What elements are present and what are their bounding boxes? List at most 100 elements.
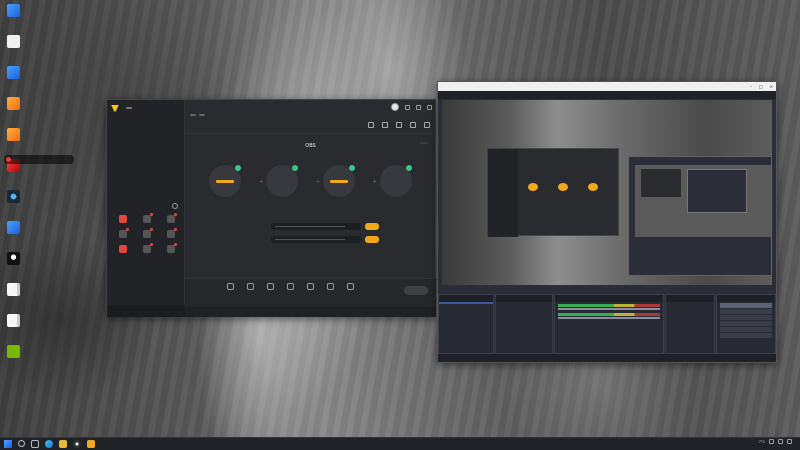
- streaming-app-icon[interactable]: [87, 440, 95, 448]
- desktop-icon[interactable]: [2, 97, 24, 126]
- step-circle: [322, 165, 355, 197]
- minimize-icon[interactable]: –: [750, 82, 752, 91]
- desktop-live-banner[interactable]: [4, 155, 74, 164]
- desktop-icon[interactable]: [2, 221, 24, 250]
- tool-item[interactable]: [135, 228, 159, 239]
- system-tray: 7°C: [759, 439, 796, 444]
- sources-dock: [495, 294, 553, 354]
- tool-item[interactable]: [111, 228, 135, 239]
- start-live-button[interactable]: [404, 286, 428, 295]
- bottom-tool[interactable]: [343, 283, 357, 291]
- control-button[interactable]: [720, 315, 772, 320]
- volume-icon[interactable]: [787, 439, 792, 444]
- screenshot-icon[interactable]: [382, 122, 388, 128]
- folder-icon[interactable]: [59, 440, 67, 448]
- control-button[interactable]: [720, 309, 772, 314]
- volume-meter: [558, 304, 660, 307]
- transitions-title: [666, 295, 714, 302]
- desktop-icon[interactable]: [2, 190, 24, 219]
- desktop-icon[interactable]: [2, 252, 24, 281]
- settings-icon[interactable]: [396, 122, 402, 128]
- bottom-tool[interactable]: [323, 283, 337, 291]
- app-logo-icon: [111, 104, 119, 112]
- bottom-tool[interactable]: [303, 283, 317, 291]
- controls-list: [717, 303, 775, 338]
- desktop-icon[interactable]: [2, 35, 24, 64]
- desktop-icon[interactable]: [2, 314, 24, 343]
- maximize-icon[interactable]: □: [759, 82, 763, 91]
- control-button[interactable]: [720, 321, 772, 326]
- tool-item[interactable]: [135, 213, 159, 224]
- setup-step: +: [197, 165, 263, 203]
- close-icon[interactable]: [427, 104, 432, 110]
- copy-server-url-button[interactable]: [365, 223, 379, 230]
- bottom-tool[interactable]: [263, 283, 277, 291]
- app-bottom-bar: [185, 278, 436, 317]
- obs-menu-bar: [438, 91, 776, 99]
- tool-icon: [226, 283, 234, 290]
- edge-icon: [6, 66, 20, 79]
- stream-key-field[interactable]: [271, 236, 361, 243]
- copy-stream-key-button[interactable]: [365, 236, 379, 243]
- desktop-icon[interactable]: [2, 128, 24, 157]
- desktop-icon-label: [2, 80, 24, 88]
- desktop-icon[interactable]: [2, 345, 24, 374]
- mode-switch-button[interactable]: [420, 142, 428, 144]
- control-button[interactable]: [720, 333, 772, 338]
- obs-mode-panel: OBS + + +: [185, 135, 436, 278]
- grid-icon: [143, 243, 153, 253]
- tool-item[interactable]: [135, 243, 159, 254]
- obs-titlebar: – □ ×: [438, 82, 776, 91]
- file-icon: [6, 35, 20, 48]
- tray-chevron-icon[interactable]: [769, 439, 774, 444]
- info-icon[interactable]: [410, 122, 416, 128]
- app-icon: [6, 221, 20, 234]
- desktop-icon[interactable]: [2, 66, 24, 95]
- windows-start-icon[interactable]: [4, 440, 12, 448]
- server-url-field[interactable]: [271, 223, 361, 230]
- control-button[interactable]: [720, 303, 772, 308]
- close-icon[interactable]: ×: [770, 82, 773, 91]
- edge-icon[interactable]: [45, 440, 53, 448]
- tool-icon: [326, 283, 334, 290]
- tool-item[interactable]: [159, 228, 183, 239]
- desktop-icon[interactable]: [2, 283, 24, 312]
- streaming-app-window[interactable]: OBS + + +: [106, 99, 436, 317]
- minimize-icon[interactable]: [416, 104, 421, 110]
- tool-item[interactable]: [111, 215, 135, 224]
- app-version-badge[interactable]: [126, 107, 132, 109]
- obs-icon[interactable]: [73, 440, 81, 448]
- audio-mixer-dock: [554, 294, 664, 354]
- left-notice[interactable]: [107, 305, 185, 317]
- volume-slider[interactable]: [558, 308, 660, 310]
- check-icon: [405, 165, 412, 171]
- live-badge-icon: [6, 157, 11, 162]
- share-icon[interactable]: [424, 122, 430, 128]
- obs-preview[interactable]: [442, 100, 772, 285]
- task-view-icon[interactable]: [31, 440, 39, 448]
- obs-window[interactable]: – □ ×: [437, 81, 777, 363]
- bottom-tool[interactable]: [223, 283, 237, 291]
- stream-category[interactable]: [190, 114, 196, 116]
- network-icon[interactable]: [778, 439, 783, 444]
- bottom-tool[interactable]: [243, 283, 257, 291]
- record-icon[interactable]: [368, 122, 374, 128]
- desktop-icon-label: [2, 204, 24, 212]
- desktop-icon-label: [2, 297, 24, 305]
- app-icon: [6, 128, 20, 141]
- desktop-icon[interactable]: [2, 4, 24, 33]
- clock-icon[interactable]: [172, 203, 178, 209]
- bottom-tool[interactable]: [283, 283, 297, 291]
- weather-text[interactable]: 7°C: [759, 440, 765, 444]
- control-button[interactable]: [720, 327, 772, 332]
- tool-item[interactable]: [159, 243, 183, 254]
- tool-item[interactable]: [111, 245, 135, 254]
- tool-item[interactable]: [159, 213, 183, 224]
- scene-item[interactable]: [439, 302, 493, 304]
- source-item[interactable]: [496, 302, 552, 304]
- user-avatar[interactable]: [391, 103, 399, 111]
- search-icon[interactable]: [18, 440, 25, 447]
- volume-slider[interactable]: [558, 317, 660, 319]
- stream-tag[interactable]: [199, 114, 205, 116]
- menu-icon[interactable]: [405, 104, 410, 110]
